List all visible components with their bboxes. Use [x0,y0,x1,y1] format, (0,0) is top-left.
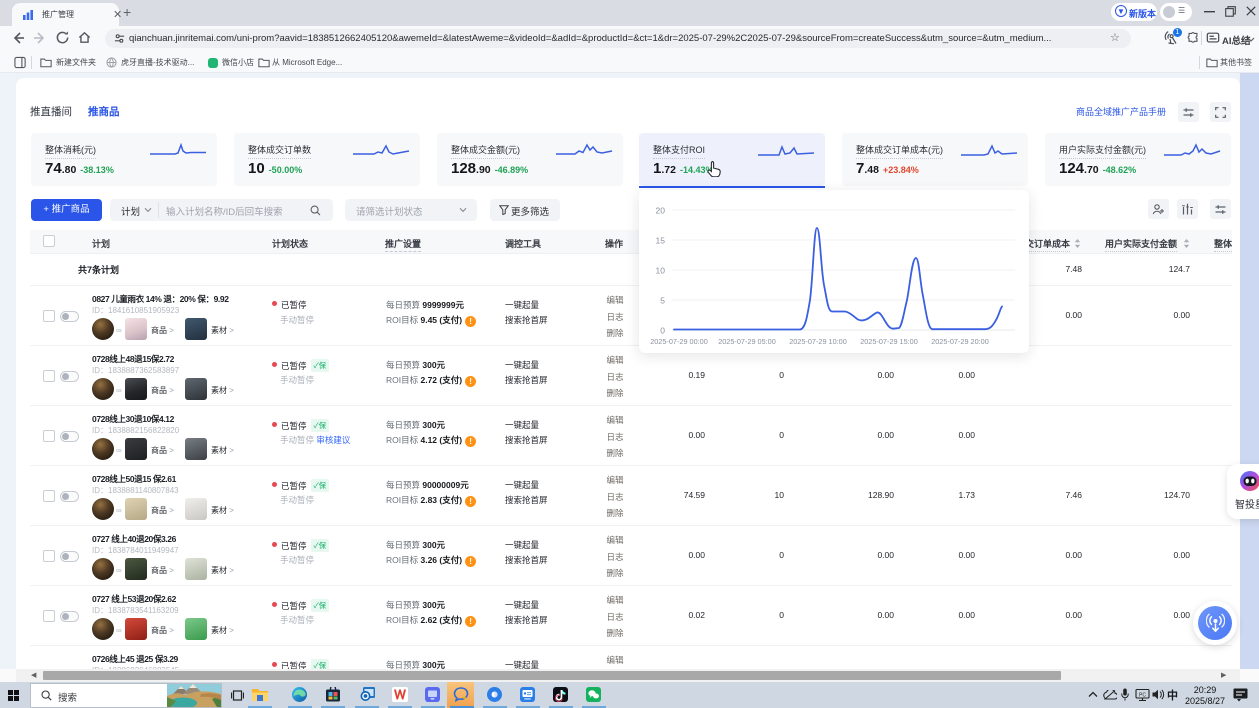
svg-text:5: 5 [660,296,665,306]
svg-text:2025-07-29 15:00: 2025-07-29 15:00 [860,337,918,346]
svg-text:PC: PC [1139,693,1146,699]
svg-text:15: 15 [656,236,666,246]
svg-text:2025-07-29 20:00: 2025-07-29 20:00 [931,337,989,346]
svg-text:2025-07-29 00:00: 2025-07-29 00:00 [650,337,708,346]
svg-text:0: 0 [660,326,665,336]
svg-text:2025-07-29 10:00: 2025-07-29 10:00 [789,337,847,346]
svg-text:2025-07-29 05:00: 2025-07-29 05:00 [718,337,776,346]
svg-text:10: 10 [656,266,666,276]
svg-text:20: 20 [656,206,666,216]
